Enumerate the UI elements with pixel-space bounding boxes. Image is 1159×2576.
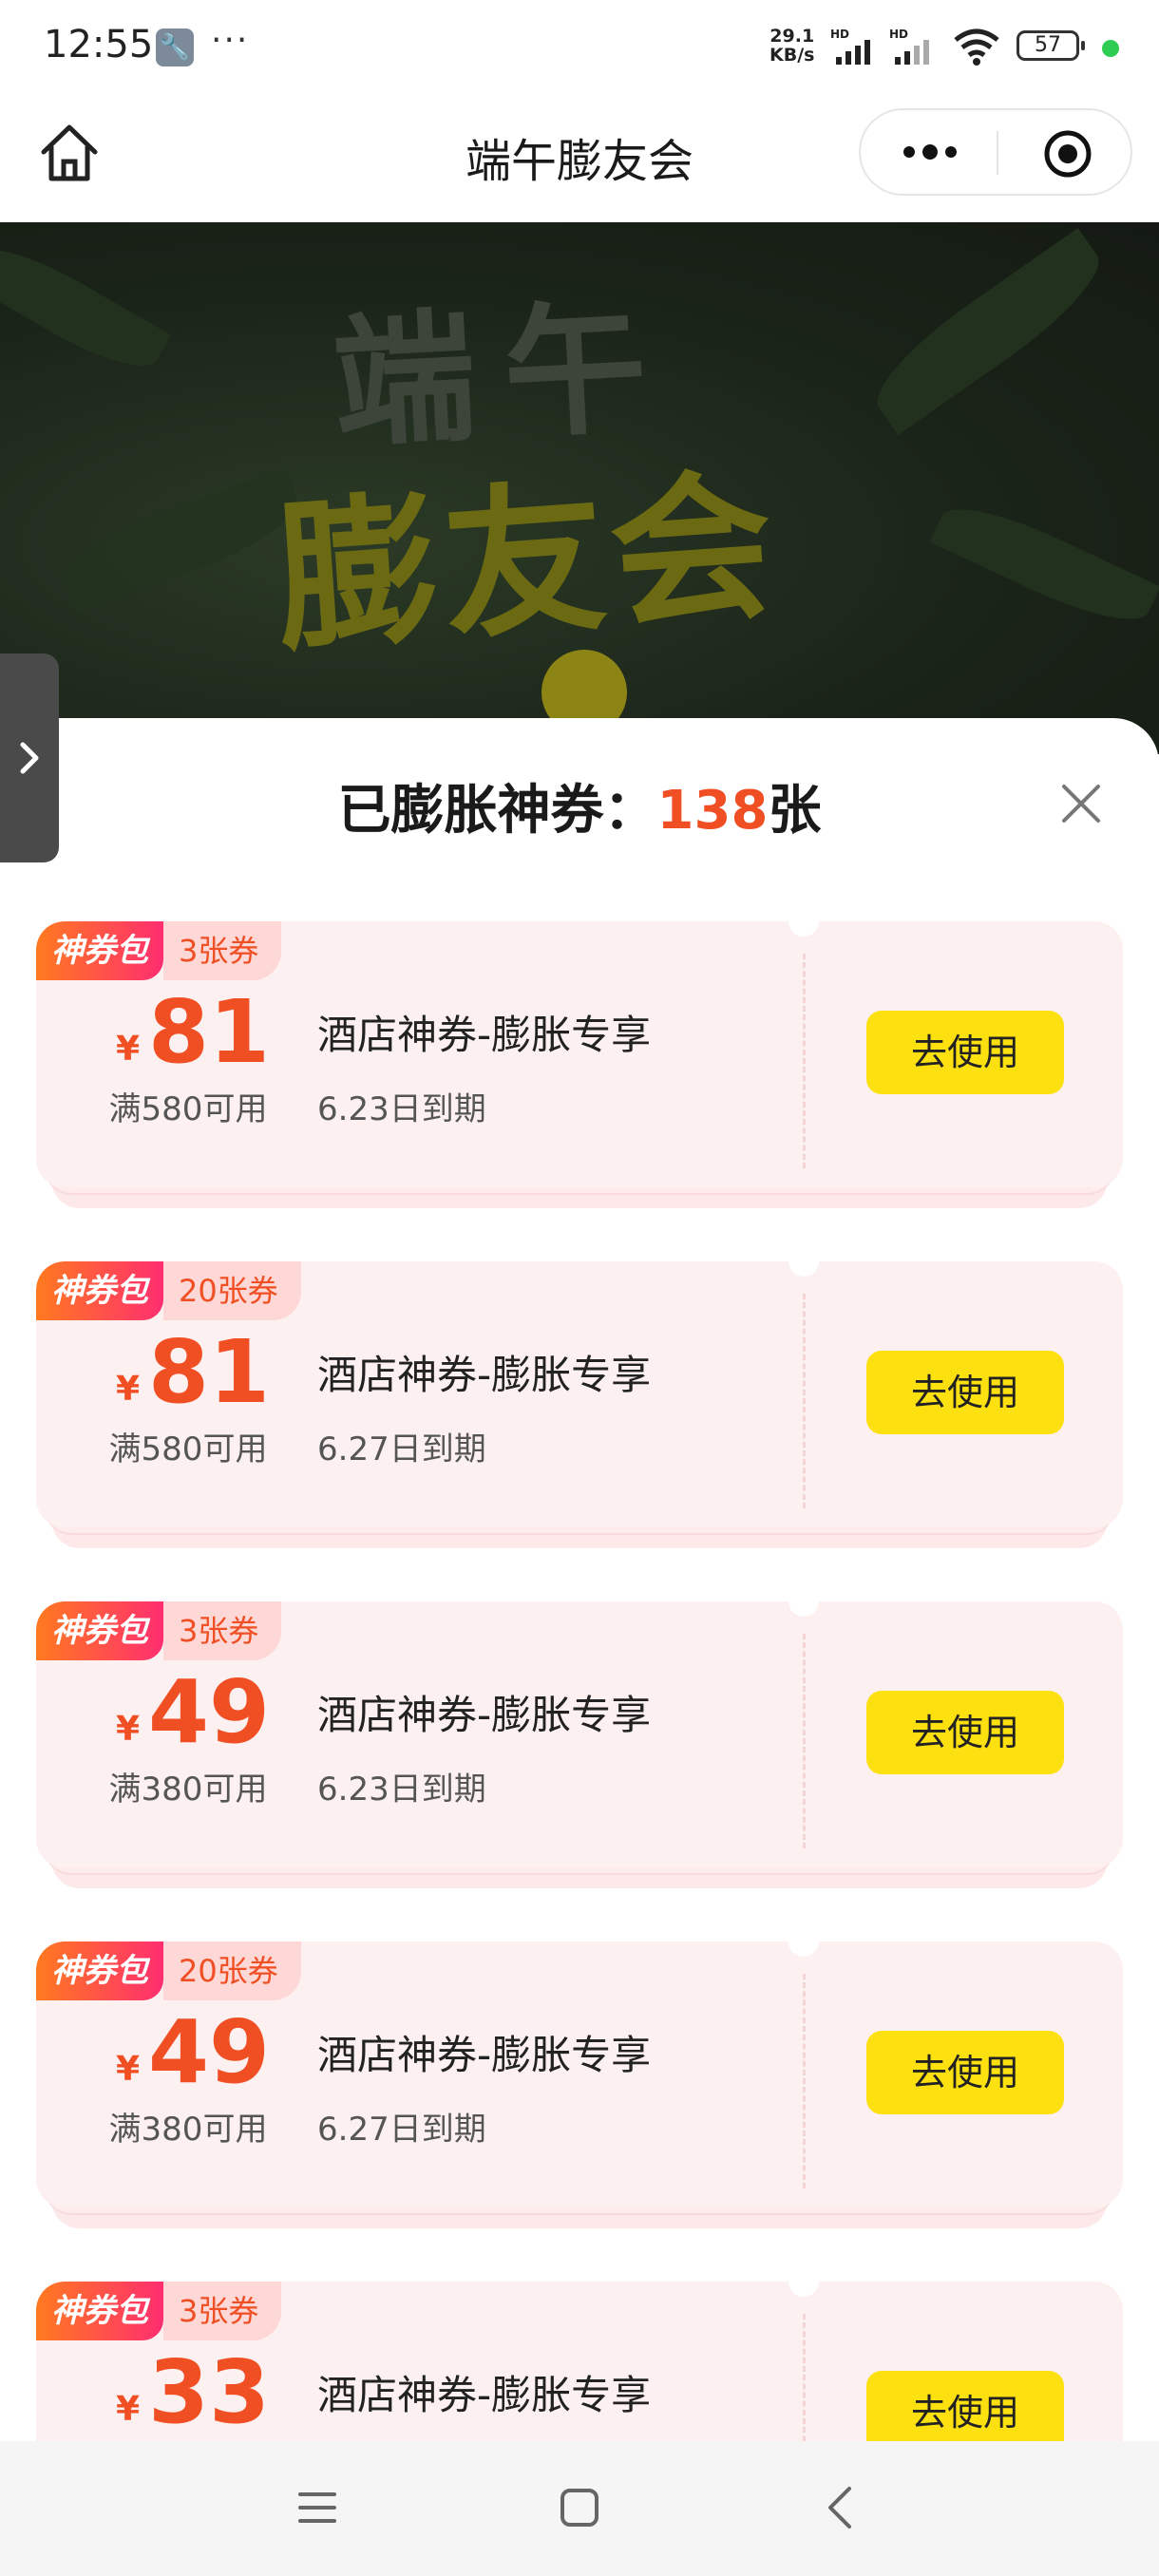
chevron-right-icon (20, 742, 39, 774)
network-speed-unit: KB/s (770, 45, 815, 66)
coupon-expiry: 6.23日到期 (317, 1090, 486, 1128)
currency-symbol: ¥ (116, 1370, 141, 1409)
wrench-icon: 🔧 (156, 28, 194, 66)
home-button-icon[interactable] (557, 2485, 602, 2530)
use-coupon-button[interactable]: 去使用 (866, 2031, 1064, 2114)
sheet-title-suffix: 张 (768, 780, 822, 842)
coupon-expiry: 6.27日到期 (317, 1430, 486, 1468)
coupon-pack-badge: 神券包 3张券 (36, 921, 282, 980)
coupon-pack-badge: 神券包 3张券 (36, 1601, 282, 1660)
coupon-condition: 满380可用 (108, 1771, 268, 1809)
coupon-amount: 81 (148, 1321, 271, 1423)
coupon-amount: 49 (148, 2001, 271, 2103)
signal-sim1-icon: HD (830, 28, 870, 65)
currency-symbol: ¥ (116, 2390, 141, 2429)
coupon-sheet: 已膨胀神券：138张 神券包 3张券 ¥ 81 满580可用 酒店神券-膨胀专享… (0, 718, 1159, 2576)
coupon-name: 酒店神券-膨胀专享 (317, 1012, 652, 1058)
coupon-pack-label: 神券包 (36, 1941, 163, 2000)
use-coupon-button[interactable]: 去使用 (866, 1691, 1064, 1774)
hero-banner: 端午 膨友会 (0, 222, 1159, 754)
network-speed-value: 29.1 (770, 26, 815, 47)
coupon-card: 神券包 20张券 ¥ 49 满380可用 酒店神券-膨胀专享 6.27日到期 去… (36, 1941, 1123, 2236)
sheet-title: 已膨胀神券：138张 (0, 767, 1159, 844)
coupon-amount: 33 (148, 2341, 271, 2443)
wifi-icon (954, 28, 999, 66)
coupon-total-count: 138 (656, 780, 769, 842)
coupon-pack-badge: 神券包 20张券 (36, 1261, 301, 1320)
coupon-pack-badge: 神券包 3张券 (36, 2282, 282, 2340)
currency-symbol: ¥ (116, 2050, 141, 2089)
currency-symbol: ¥ (116, 1030, 141, 1069)
coupon-condition: 满380可用 (108, 2111, 268, 2149)
coupon-amount: 49 (148, 1661, 271, 1763)
currency-symbol: ¥ (116, 1710, 141, 1749)
network-speed: 29.1 KB/s (770, 27, 814, 65)
coupon-condition: 满580可用 (108, 1090, 268, 1128)
use-coupon-button[interactable]: 去使用 (866, 1011, 1064, 1094)
coupon-card: 神券包 3张券 ¥ 49 满380可用 酒店神券-膨胀专享 6.23日到期 去使… (36, 1601, 1123, 1896)
coupon-pack-label: 神券包 (36, 921, 163, 980)
coupon-name: 酒店神券-膨胀专享 (317, 1692, 652, 1738)
sim1-hd-label: HD (830, 28, 849, 41)
use-coupon-button[interactable]: 去使用 (866, 1351, 1064, 1434)
side-expand-tab[interactable] (0, 653, 59, 862)
coupon-name: 酒店神券-膨胀专享 (317, 2032, 652, 2078)
coupon-pack-count: 20张券 (163, 1941, 301, 2000)
coupon-pack-label: 神券包 (36, 1601, 163, 1660)
exit-mini-program-icon[interactable] (1043, 129, 1092, 179)
coupon-pack-label: 神券包 (36, 1261, 163, 1320)
coupon-card: 神券包 3张券 ¥ 81 满580可用 酒店神券-膨胀专享 6.23日到期 去使… (36, 921, 1123, 1216)
coupon-card: 神券包 20张券 ¥ 81 满580可用 酒店神券-膨胀专享 6.27日到期 去… (36, 1261, 1123, 1556)
sheet-title-prefix: 已膨胀神券： (337, 780, 657, 842)
coupon-pack-count: 3张券 (163, 2282, 282, 2340)
coupon-expiry: 6.27日到期 (317, 2111, 486, 2149)
more-notifications-icon: ··· (211, 21, 250, 60)
system-navigation-bar (0, 2441, 1159, 2576)
mini-program-header: 端午膨友会 (0, 95, 1159, 222)
coupon-pack-count: 3张券 (163, 1601, 282, 1660)
more-options-icon[interactable] (897, 133, 963, 171)
coupon-pack-label: 神券包 (36, 2282, 163, 2340)
recent-apps-icon[interactable] (294, 2485, 340, 2530)
capsule-divider (997, 131, 998, 175)
coupon-name: 酒店神券-膨胀专享 (317, 2372, 652, 2418)
coupon-pack-badge: 神券包 20张券 (36, 1941, 301, 2000)
battery-icon: 57 (1016, 30, 1085, 61)
coupon-name: 酒店神券-膨胀专享 (317, 1352, 652, 1398)
banner-title-line2: 膨友会 (270, 451, 785, 675)
mini-program-capsule (859, 108, 1132, 196)
coupon-condition: 满580可用 (108, 1430, 268, 1468)
coupon-expiry: 6.23日到期 (317, 1771, 486, 1809)
coupon-amount: 81 (148, 981, 271, 1083)
coupon-pack-count: 20张券 (163, 1261, 301, 1320)
status-time: 12:55 (44, 23, 154, 66)
status-bar: 12:55 🔧 ··· 29.1 KB/s HD HD 57 (0, 0, 1159, 95)
sim2-hd-label: HD (889, 28, 908, 41)
signal-sim2-icon: HD (889, 28, 929, 65)
coupon-pack-count: 3张券 (163, 921, 282, 980)
back-icon[interactable] (819, 2483, 864, 2532)
privacy-indicator-dot (1102, 40, 1119, 57)
close-icon[interactable] (1056, 779, 1106, 828)
